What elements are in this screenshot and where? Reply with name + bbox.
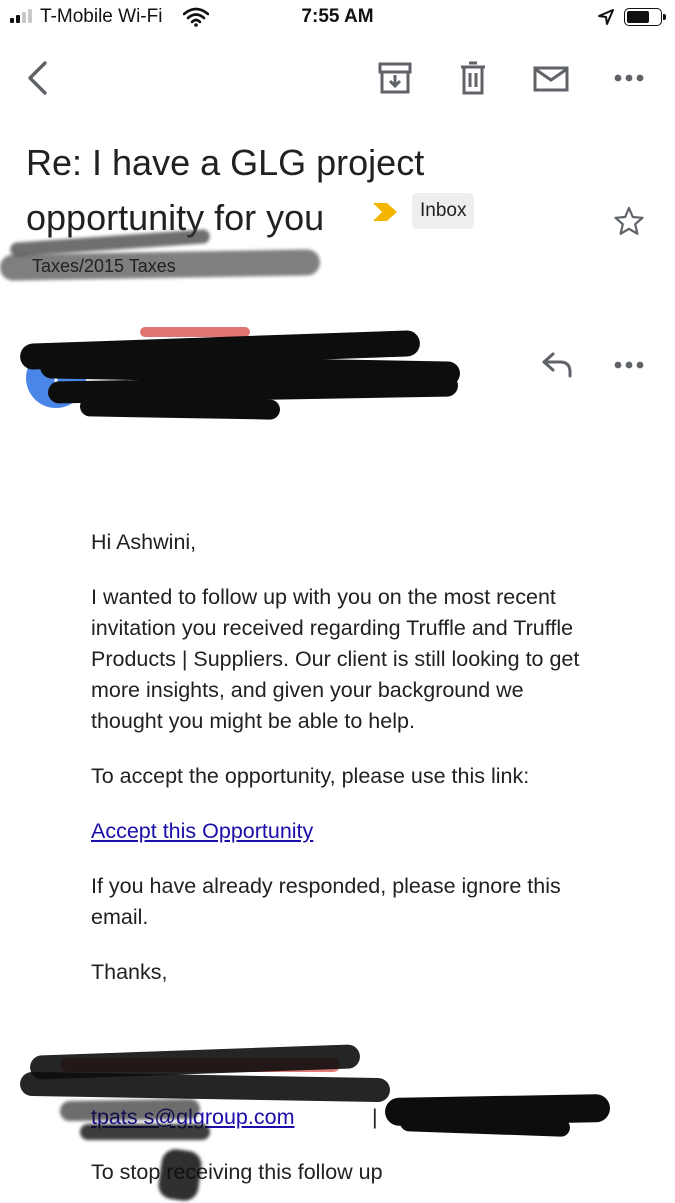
folder-label[interactable]: Taxes/2015 Taxes	[32, 256, 176, 277]
more-options-icon[interactable]	[613, 73, 645, 83]
unsubscribe-text: To stop receiving this follow up	[91, 1160, 383, 1184]
body-paragraph: If you have already responded, please ig…	[91, 874, 561, 929]
status-time: 7:55 AM	[301, 6, 374, 27]
subject-text: Re: I have a GLG project opportunity for…	[26, 142, 425, 238]
redaction-mark	[79, 396, 281, 420]
signoff: Thanks,	[91, 960, 168, 984]
mail-icon[interactable]	[533, 66, 569, 92]
redaction-mark	[80, 1124, 210, 1140]
email-body: Hi Ashwini, I wanted to follow up with y…	[91, 527, 591, 1012]
inbox-label-chip[interactable]: Inbox	[412, 193, 475, 229]
redaction-mark	[59, 1098, 201, 1122]
accept-opportunity-link[interactable]: Accept this Opportunity	[91, 819, 313, 843]
email-subject: Re: I have a GLG project opportunity for…	[26, 135, 466, 245]
message-more-icon[interactable]	[613, 360, 645, 370]
location-arrow-icon	[598, 9, 614, 25]
star-icon[interactable]	[613, 205, 645, 237]
redaction-mark	[19, 1071, 391, 1103]
body-paragraph: I wanted to follow up with you on the mo…	[91, 585, 580, 733]
importance-marker-icon[interactable]	[371, 201, 399, 223]
signature-separator: |	[372, 1105, 378, 1129]
back-icon[interactable]	[24, 60, 50, 96]
greeting: Hi Ashwini,	[91, 530, 197, 554]
battery-icon	[624, 8, 666, 26]
trash-icon[interactable]	[459, 61, 487, 95]
body-paragraph: To accept the opportunity, please use th…	[91, 764, 530, 788]
status-bar: T-Mobile Wi-Fi 7:55 AM	[0, 0, 675, 36]
reply-icon[interactable]	[540, 350, 574, 378]
redaction-mark	[156, 1147, 204, 1203]
archive-icon[interactable]	[378, 62, 412, 94]
